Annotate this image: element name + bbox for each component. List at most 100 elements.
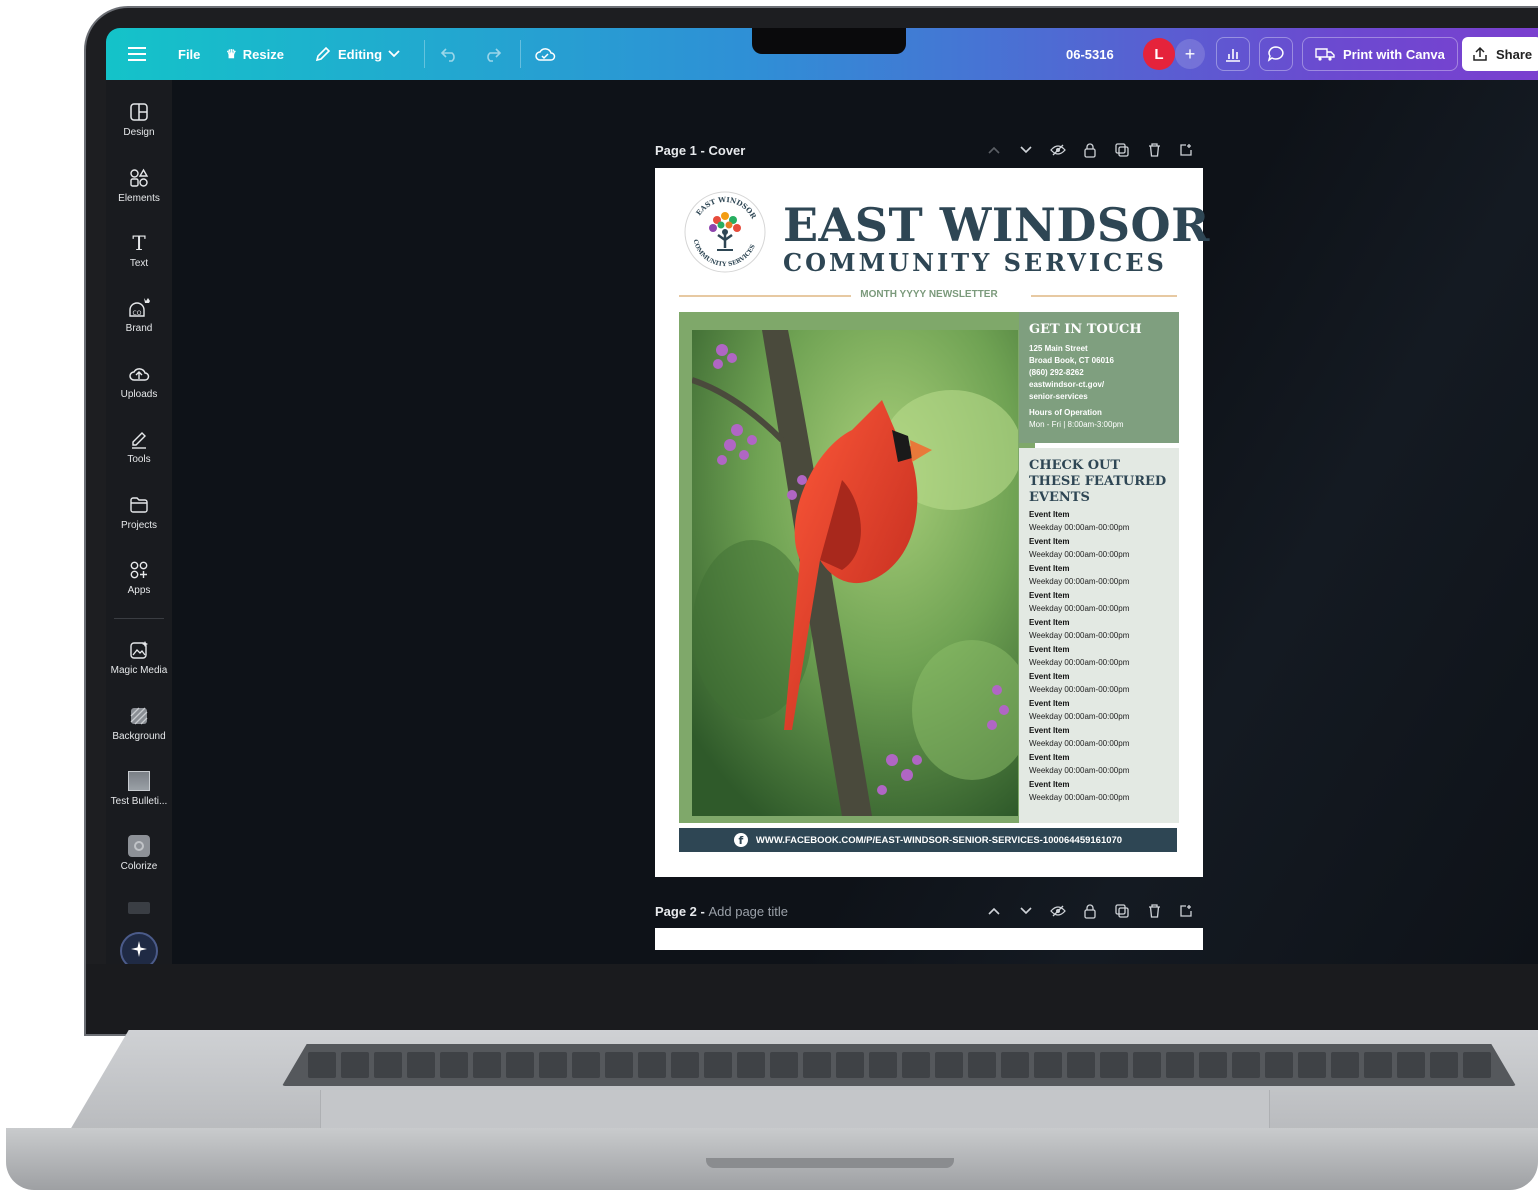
sidebar-item-test-bulletin[interactable]: Test Bulleti... — [106, 769, 172, 807]
move-page-up-icon[interactable] — [985, 141, 1003, 159]
east-windsor-logo: EAST WINDSOR COMMUNITY SERVICES — [683, 190, 767, 274]
newsletter-title-line2[interactable]: COMMUNITY SERVICES — [783, 248, 1167, 277]
add-page-icon[interactable] — [1177, 902, 1195, 920]
move-page-down-icon[interactable] — [1017, 141, 1035, 159]
newsletter-title-line1[interactable]: EAST WINDSOR — [783, 198, 1210, 252]
delete-page-icon[interactable] — [1145, 141, 1163, 159]
sidebar-item-tools[interactable]: Tools — [106, 427, 172, 465]
app-screen: File ♛ Resize Editing 06-5316 L + Print … — [106, 28, 1538, 964]
sidebar-item-text[interactable]: T Text — [106, 231, 172, 269]
plus-icon: + — [1184, 43, 1196, 64]
event-item-time: Weekday 00:00am-00:00pm — [1029, 712, 1130, 721]
contact-address2: Broad Book, CT 06016 — [1029, 356, 1114, 365]
crown-icon: ♛ — [226, 47, 237, 61]
undo-button[interactable] — [440, 28, 460, 80]
move-page-down-icon[interactable] — [1017, 902, 1035, 920]
sidebar-item-uploads[interactable]: Uploads — [106, 362, 172, 400]
cardinal-photo[interactable] — [692, 330, 1018, 816]
laptop-base — [0, 1030, 1538, 1190]
event-item-time: Weekday 00:00am-00:00pm — [1029, 523, 1130, 532]
cardinal-photo-frame[interactable] — [679, 312, 1035, 823]
hours-value: Mon - Fri | 8:00am-3:00pm — [1029, 420, 1124, 429]
keyboard-key — [704, 1052, 732, 1078]
keyboard-key — [341, 1052, 369, 1078]
resize-button[interactable]: ♛ Resize — [226, 28, 284, 80]
facebook-footer[interactable]: f WWW.FACEBOOK.COM/P/EAST-WINDSOR-SENIOR… — [679, 828, 1177, 852]
keyboard-key — [1265, 1052, 1293, 1078]
comments-button[interactable] — [1259, 28, 1293, 80]
sidebar-item-label: Tools — [127, 454, 151, 465]
file-label: File — [178, 46, 201, 62]
move-page-up-icon[interactable] — [985, 902, 1003, 920]
sidebar-item-brand[interactable]: CO Brand — [106, 296, 172, 334]
event-item-name: Event Item — [1029, 672, 1070, 681]
event-item-name: Event Item — [1029, 510, 1070, 519]
sidebar-item-more[interactable] — [128, 902, 150, 914]
duplicate-page-icon[interactable] — [1113, 902, 1131, 920]
sidebar-item-label: Design — [123, 127, 155, 138]
add-page-icon[interactable] — [1177, 141, 1195, 159]
hours-label: Hours of Operation — [1029, 408, 1102, 417]
keyboard-key — [737, 1052, 765, 1078]
truck-icon — [1315, 47, 1335, 61]
lock-page-icon[interactable] — [1081, 141, 1099, 159]
print-with-canva-button[interactable]: Print with Canva — [1302, 28, 1458, 80]
keyboard-key — [1430, 1052, 1458, 1078]
sidebar-item-label: Text — [129, 258, 149, 269]
design-page-1[interactable]: EAST WINDSOR COMMUNITY SERVICES EAST WIN… — [655, 168, 1209, 877]
duplicate-page-icon[interactable] — [1113, 141, 1131, 159]
sidebar-item-label: Colorize — [120, 861, 158, 872]
lock-page-icon[interactable] — [1081, 902, 1099, 920]
featured-events-panel[interactable]: CHECK OUT THESE FEATURED EVENTS Event It… — [1019, 448, 1179, 823]
keyboard-key — [1067, 1052, 1095, 1078]
sidebar-item-apps[interactable]: Apps — [106, 558, 172, 596]
magic-assistant-button[interactable] — [120, 932, 158, 964]
sidebar-item-design[interactable]: Design — [106, 100, 172, 138]
sidebar-item-background[interactable]: Background — [106, 704, 172, 742]
month-newsletter-label[interactable]: MONTH YYYY NEWSLETTER — [655, 289, 1203, 300]
share-button[interactable]: Share — [1462, 28, 1538, 80]
page-1-title[interactable]: Cover — [708, 143, 745, 158]
cloud-save-status[interactable] — [534, 28, 556, 80]
sidebar-item-label: Test Bulleti... — [110, 796, 168, 807]
page-2-title-input[interactable]: Add page title — [708, 904, 788, 919]
sidebar-item-elements[interactable]: Elements — [106, 166, 172, 204]
invite-button[interactable]: + — [1175, 28, 1205, 80]
test-bulletin-thumbnail — [106, 769, 172, 793]
event-item-name: Event Item — [1029, 699, 1070, 708]
keyboard-key — [1001, 1052, 1029, 1078]
keyboard-key — [1463, 1052, 1491, 1078]
menu-button[interactable] — [128, 28, 146, 80]
keyboard-key — [572, 1052, 600, 1078]
design-code: 06-5316 — [1066, 46, 1114, 62]
collaborator-avatar[interactable]: L — [1143, 28, 1175, 80]
insights-button[interactable] — [1216, 28, 1250, 80]
contact-web2: senior-services — [1029, 392, 1088, 401]
hide-page-icon[interactable] — [1049, 141, 1067, 159]
keyboard-key — [671, 1052, 699, 1078]
sidebar-item-magic-media[interactable]: Magic Media — [106, 638, 172, 676]
background-icon — [106, 704, 172, 728]
editing-mode-dropdown[interactable]: Editing — [314, 28, 400, 80]
file-menu[interactable]: File — [178, 28, 200, 80]
projects-icon — [106, 493, 172, 517]
keyboard-key — [869, 1052, 897, 1078]
delete-page-icon[interactable] — [1145, 902, 1163, 920]
event-item-name: Event Item — [1029, 618, 1070, 627]
sidebar-item-projects[interactable]: Projects — [106, 493, 172, 531]
editor-canvas: Page 1 - Cover EAST WINDSOR COMMUNITY SE… — [172, 80, 1538, 964]
get-in-touch-panel[interactable]: GET IN TOUCH 125 Main Street Broad Book,… — [1019, 312, 1179, 443]
sidebar-divider — [114, 618, 164, 619]
get-in-touch-heading: GET IN TOUCH — [1029, 322, 1142, 337]
sidebar-item-colorize[interactable]: Colorize — [106, 834, 172, 872]
redo-button[interactable] — [482, 28, 502, 80]
keyboard-key — [440, 1052, 468, 1078]
hide-page-icon[interactable] — [1049, 902, 1067, 920]
event-item-time: Weekday 00:00am-00:00pm — [1029, 550, 1130, 559]
sparkle-icon — [130, 940, 148, 963]
keyboard-key — [1034, 1052, 1062, 1078]
design-page-2[interactable] — [655, 928, 1203, 950]
keyboard-key — [605, 1052, 633, 1078]
keyboard-key — [1133, 1052, 1161, 1078]
event-list: Event Item Weekday 00:00am-00:00pm Event I… — [1029, 508, 1169, 805]
